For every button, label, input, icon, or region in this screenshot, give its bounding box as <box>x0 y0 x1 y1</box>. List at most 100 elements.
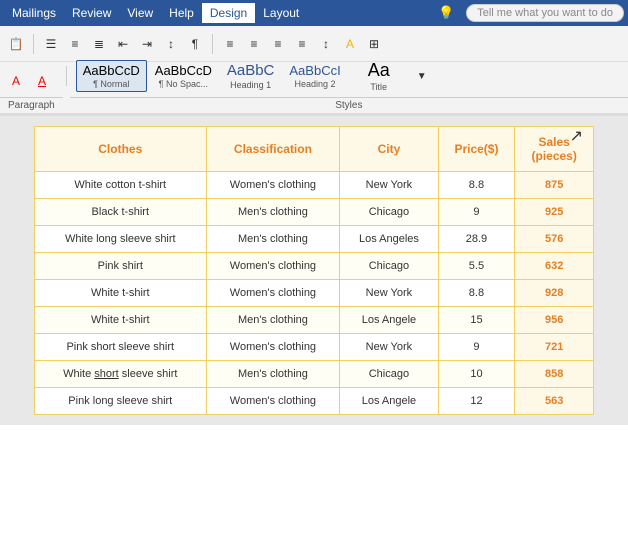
table-cell: 8.8 <box>438 280 515 307</box>
separator-2 <box>212 34 213 54</box>
table-cell: 721 <box>515 334 594 361</box>
style-nospace-preview: AaBbCcD <box>155 63 212 79</box>
numbered-list-button[interactable]: ≡ <box>63 32 87 56</box>
col-header-price: Price($) <box>438 127 515 172</box>
table-cell: White short sleeve shirt <box>35 361 207 388</box>
table-row: White short sleeve shirtMen's clothingCh… <box>35 361 594 388</box>
table-cell: Men's clothing <box>206 361 340 388</box>
table-cell: 928 <box>515 280 594 307</box>
menu-review[interactable]: Review <box>64 3 119 23</box>
col-header-classification: Classification <box>206 127 340 172</box>
borders-button[interactable]: ⊞ <box>362 32 386 56</box>
bullet-list-button[interactable]: ☰ <box>39 32 63 56</box>
table-cell: Black t-shirt <box>35 199 207 226</box>
table-cell: Men's clothing <box>206 199 340 226</box>
menu-layout[interactable]: Layout <box>255 3 307 23</box>
sort-button[interactable]: ↕ <box>159 32 183 56</box>
decrease-indent-button[interactable]: ⇤ <box>111 32 135 56</box>
style-h1-preview: AaBbC <box>227 62 275 80</box>
style-nospace-label: ¶ No Spac... <box>159 79 208 89</box>
table-row: Black t-shirtMen's clothingChicago9925 <box>35 199 594 226</box>
line-spacing-button[interactable]: ↕ <box>314 32 338 56</box>
paragraph-label: Paragraph <box>0 97 63 113</box>
paragraph-tools: A A <box>0 65 63 97</box>
font-color-button[interactable]: A <box>30 69 54 93</box>
style-nospace[interactable]: AaBbCcD ¶ No Spac... <box>148 60 219 92</box>
paste-button[interactable]: 📋 <box>4 32 28 56</box>
table-cell: New York <box>340 280 438 307</box>
table-cell: Chicago <box>340 361 438 388</box>
table-row: White cotton t-shirtWomen's clothingNew … <box>35 172 594 199</box>
table-cell: 9 <box>438 334 515 361</box>
col-header-sales: Sales(pieces) <box>515 127 594 172</box>
show-marks-button[interactable]: ¶ <box>183 32 207 56</box>
align-center-button[interactable]: ≡ <box>242 32 266 56</box>
col-header-city: City <box>340 127 438 172</box>
table-cell: Women's clothing <box>206 253 340 280</box>
table-row: Pink short sleeve shirtWomen's clothingN… <box>35 334 594 361</box>
table-cell: 12 <box>438 388 515 415</box>
styles-section: AaBbCcD ¶ Normal AaBbCcD ¶ No Spac... Aa… <box>70 62 628 113</box>
table-cell: 576 <box>515 226 594 253</box>
table-row: White t-shirtWomen's clothingNew York8.8… <box>35 280 594 307</box>
lightbulb-icon: 💡 <box>438 5 454 21</box>
styles-label: Styles <box>70 97 628 113</box>
table-row: White t-shirtMen's clothingLos Angele159… <box>35 307 594 334</box>
style-title[interactable]: Aa Title <box>349 57 409 95</box>
table-row: White long sleeve shirtMen's clothingLos… <box>35 226 594 253</box>
shading-button[interactable]: A <box>338 32 362 56</box>
table-cell: Men's clothing <box>206 226 340 253</box>
table-cell: 9 <box>438 199 515 226</box>
table-cell: New York <box>340 172 438 199</box>
align-right-button[interactable]: ≡ <box>266 32 290 56</box>
paragraph-section: A A Paragraph <box>0 62 63 113</box>
text-highlight-button[interactable]: A <box>4 69 28 93</box>
table-cell: Los Angele <box>340 307 438 334</box>
table-cell: Los Angele <box>340 388 438 415</box>
table-cell: Men's clothing <box>206 307 340 334</box>
table-cell: Pink long sleeve shirt <box>35 388 207 415</box>
table-cell: 563 <box>515 388 594 415</box>
style-heading1[interactable]: AaBbC Heading 1 <box>220 59 282 93</box>
toolbar-area: 📋 ☰ ≡ ≣ ⇤ ⇥ ↕ ¶ ≡ ≡ ≡ ≡ ↕ A ⊞ A <box>0 26 628 116</box>
justify-button[interactable]: ≡ <box>290 32 314 56</box>
table-cell: 875 <box>515 172 594 199</box>
table-cell: 28.9 <box>438 226 515 253</box>
style-h1-label: Heading 1 <box>230 80 271 90</box>
separator-1 <box>33 34 34 54</box>
table-cell: 632 <box>515 253 594 280</box>
clothes-table: Clothes Classification City Price($) Sal… <box>34 126 594 415</box>
styles-items: AaBbCcD ¶ Normal AaBbCcD ¶ No Spac... Aa… <box>70 55 628 97</box>
document-area: ↗ Clothes Classification City Price($) S… <box>0 116 628 425</box>
tell-me-input[interactable]: Tell me what you want to do <box>466 4 624 22</box>
tell-me-text: Tell me what you want to do <box>477 7 613 19</box>
table-cell: Women's clothing <box>206 172 340 199</box>
col-header-clothes: Clothes <box>35 127 207 172</box>
table-cell: 15 <box>438 307 515 334</box>
table-cell: Chicago <box>340 199 438 226</box>
table-cell: Pink short sleeve shirt <box>35 334 207 361</box>
multilevel-list-button[interactable]: ≣ <box>87 32 111 56</box>
increase-indent-button[interactable]: ⇥ <box>135 32 159 56</box>
table-cell: Los Angeles <box>340 226 438 253</box>
align-left-button[interactable]: ≡ <box>218 32 242 56</box>
text-format-group: ☰ ≡ ≣ ⇤ ⇥ ↕ ¶ <box>39 32 207 56</box>
style-title-label: Title <box>370 82 387 92</box>
style-h2-preview: AaBbCcI <box>289 63 340 79</box>
table-cell: 858 <box>515 361 594 388</box>
menu-mailings[interactable]: Mailings <box>4 3 64 23</box>
table-cell: White cotton t-shirt <box>35 172 207 199</box>
table-cell: Women's clothing <box>206 334 340 361</box>
table-cell: Chicago <box>340 253 438 280</box>
menu-design[interactable]: Design <box>202 3 255 23</box>
style-heading2[interactable]: AaBbCcI Heading 2 <box>282 60 347 92</box>
clipboard-group: 📋 <box>4 32 28 56</box>
table-cell: 10 <box>438 361 515 388</box>
style-normal-label: ¶ Normal <box>93 79 129 89</box>
style-normal[interactable]: AaBbCcD ¶ Normal <box>76 60 147 92</box>
menu-help[interactable]: Help <box>161 3 202 23</box>
styles-more-button[interactable]: ▼ <box>410 64 434 88</box>
menu-view[interactable]: View <box>119 3 161 23</box>
table-cell: Pink shirt <box>35 253 207 280</box>
alignment-group: ≡ ≡ ≡ ≡ ↕ A ⊞ <box>218 32 386 56</box>
